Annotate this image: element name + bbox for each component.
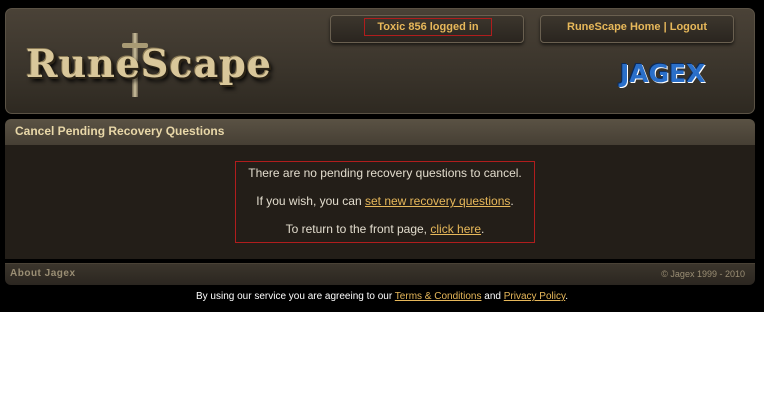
terms-notice: By using our service you are agreeing to… xyxy=(0,291,764,302)
privacy-policy-link[interactable]: Privacy Policy xyxy=(504,291,566,302)
front-page-prefix: To return to the front page, xyxy=(285,222,431,236)
footer-bar: About Jagex © Jagex 1999 - 2010 xyxy=(5,263,755,285)
logo-text: RuneScape xyxy=(26,41,272,86)
login-status-tab: Toxic 856 logged in xyxy=(330,15,524,43)
terms-conditions-link[interactable]: Terms & Conditions xyxy=(395,291,482,302)
logout-link[interactable]: Logout xyxy=(670,21,707,33)
terms-and: and xyxy=(481,291,504,302)
front-page-message: To return to the front page, click here. xyxy=(236,222,534,236)
site-header: Toxic 856 logged in RuneScape Home | Log… xyxy=(5,8,755,114)
nav-tab: RuneScape Home | Logout xyxy=(540,15,734,43)
click-here-link[interactable]: click here xyxy=(430,222,481,236)
jagex-logo-text: JAGEX xyxy=(620,59,706,88)
terms-suffix: . xyxy=(565,291,569,302)
new-questions-message: If you wish, you can set new recovery qu… xyxy=(236,194,534,208)
runescape-home-link[interactable]: RuneScape Home xyxy=(567,21,661,33)
page-title: Cancel Pending Recovery Questions xyxy=(15,124,225,138)
front-page-suffix: . xyxy=(481,222,485,236)
page-title-bar: Cancel Pending Recovery Questions xyxy=(5,119,755,145)
new-questions-suffix: . xyxy=(510,194,514,208)
message-box: There are no pending recovery questions … xyxy=(235,161,535,243)
jagex-logo[interactable]: JAGEX xyxy=(620,59,730,89)
main-content: There are no pending recovery questions … xyxy=(5,145,755,259)
no-pending-message: There are no pending recovery questions … xyxy=(248,166,522,180)
about-jagex-link[interactable]: About Jagex xyxy=(10,268,76,279)
set-new-recovery-questions-link[interactable]: set new recovery questions xyxy=(365,194,510,208)
new-questions-prefix: If you wish, you can xyxy=(256,194,365,208)
runescape-logo[interactable]: RuneScape xyxy=(22,31,271,99)
logged-in-status: Toxic 856 logged in xyxy=(364,18,492,36)
nav-links: RuneScape Home | Logout xyxy=(541,19,733,35)
terms-prefix: By using our service you are agreeing to… xyxy=(195,291,395,302)
copyright-text: © Jagex 1999 - 2010 xyxy=(661,269,745,279)
nav-separator: | xyxy=(663,21,667,33)
